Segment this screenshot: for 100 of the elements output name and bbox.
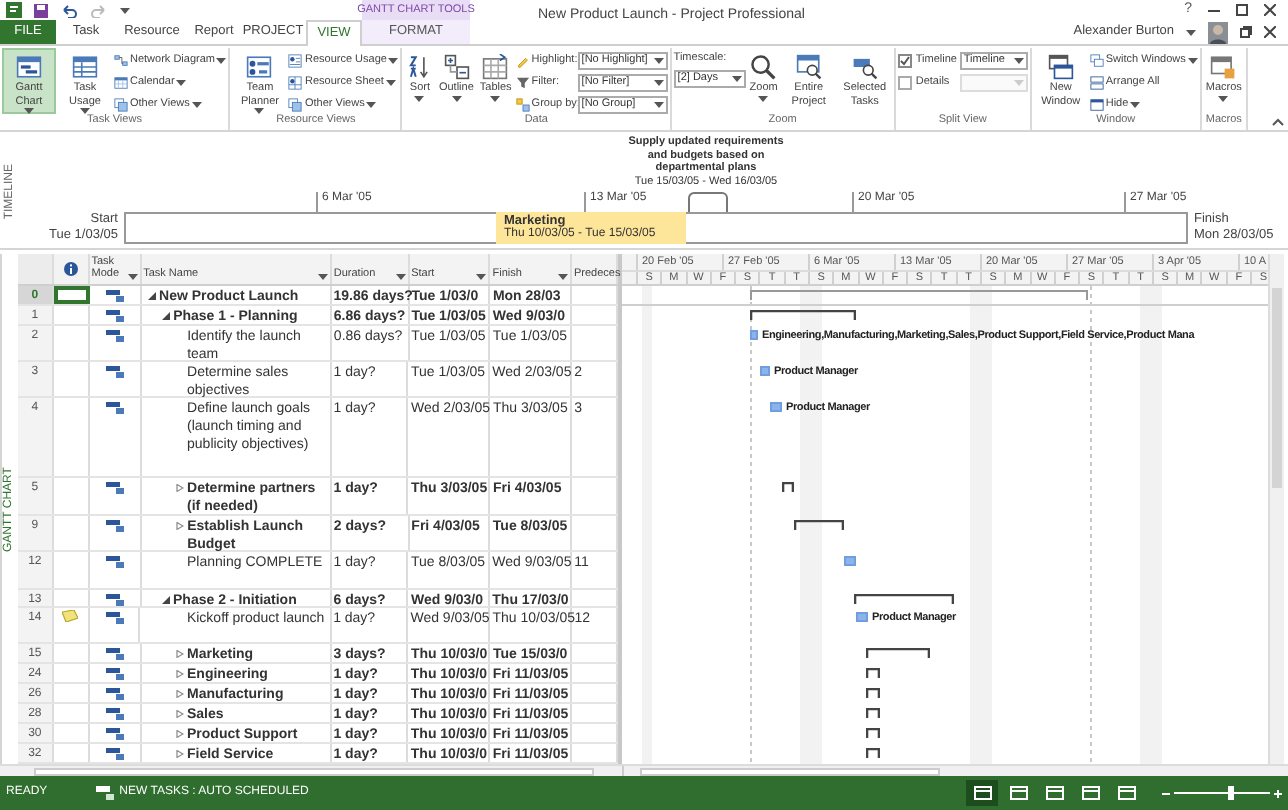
tick-mark [1124, 192, 1126, 212]
summary-bar[interactable] [866, 648, 930, 658]
summary-bar[interactable] [794, 520, 844, 530]
checkbox[interactable] [897, 53, 912, 67]
windows-icon [1089, 53, 1104, 67]
slider-thumb[interactable] [1228, 786, 1235, 800]
task-mode-icon [105, 708, 124, 720]
redo-icon[interactable] [90, 3, 108, 17]
views-icon [288, 97, 303, 111]
calendar-icon [114, 75, 128, 89]
outline-icon [443, 54, 470, 80]
task-mode-icon [105, 290, 124, 302]
summary-bar[interactable] [866, 748, 880, 758]
task-mode-icon [105, 748, 124, 760]
zoom-out-icon[interactable] [1162, 789, 1170, 797]
caret-icon [653, 79, 664, 85]
group-icon [515, 97, 530, 111]
task-mode-icon [105, 668, 124, 680]
task-mode-icon [105, 612, 124, 624]
restore-icon[interactable] [1240, 26, 1252, 38]
resource-grid-icon [288, 53, 303, 67]
view-icon [1009, 786, 1027, 800]
expand-triangle-icon[interactable] [175, 650, 184, 658]
expand-triangle-icon[interactable] [175, 730, 183, 738]
minimize-icon[interactable] [1208, 4, 1220, 16]
task-mode-icon [105, 688, 124, 700]
collapse-triangle-icon[interactable] [147, 292, 156, 300]
summary-bar[interactable] [750, 310, 856, 320]
filter-icon [515, 75, 530, 89]
summary-bar[interactable] [866, 668, 880, 678]
zoom-project-icon [795, 54, 822, 80]
caret-icon [731, 76, 742, 82]
resource-sheet-icon [288, 75, 303, 89]
expand-triangle-icon[interactable] [175, 670, 183, 678]
summary-bar[interactable] [866, 688, 880, 698]
view-icon [1081, 786, 1099, 800]
task-mode-icon [105, 648, 124, 660]
vertical-scrollbar[interactable] [1268, 254, 1284, 764]
summary-bar[interactable] [782, 482, 794, 492]
highlighter-icon [515, 53, 530, 67]
checkbox[interactable] [897, 75, 912, 89]
task-mode-icon [105, 366, 124, 378]
corner-cell[interactable] [18, 254, 54, 284]
sort-icon [406, 54, 433, 80]
info-icon [63, 262, 78, 276]
check-icon [899, 55, 910, 65]
tick-mark [852, 192, 854, 212]
view-icon [973, 786, 991, 800]
caret-icon [1186, 29, 1196, 35]
zoom-task-icon [851, 54, 878, 80]
task-mode-icon [105, 402, 124, 414]
caret-icon [653, 57, 664, 63]
macro-icon [1210, 54, 1237, 80]
task-mode-icon [105, 594, 124, 606]
expand-triangle-icon[interactable] [175, 522, 184, 530]
collapse-triangle-icon[interactable] [161, 596, 170, 604]
close-icon[interactable] [1264, 26, 1276, 38]
view-shortcut-button[interactable] [966, 780, 998, 806]
table-icon [482, 54, 509, 80]
task-mode-icon [105, 556, 124, 568]
chart-view-icon [16, 54, 42, 80]
expand-triangle-icon[interactable] [175, 484, 184, 492]
views-icon [114, 97, 128, 111]
callout-bracket [688, 192, 728, 214]
summary-bar[interactable] [866, 728, 880, 738]
expand-triangle-icon[interactable] [175, 710, 183, 718]
caret-icon [1013, 57, 1024, 63]
tick-mark [316, 192, 318, 212]
collapse-triangle-icon[interactable] [161, 312, 170, 320]
tick-mark [584, 192, 586, 212]
caret-icon [653, 101, 664, 107]
stacked-windows-icon [1089, 75, 1104, 89]
summary-bar[interactable] [854, 594, 954, 604]
task-mode-icon [95, 786, 114, 800]
view-icon [1045, 786, 1063, 800]
summary-bar[interactable] [866, 708, 880, 718]
zoom-slider[interactable] [1174, 786, 1270, 800]
indicator-cell[interactable] [53, 286, 90, 304]
avatar-icon [1208, 21, 1228, 43]
undo-icon[interactable] [60, 3, 78, 17]
window-icon [1089, 97, 1104, 111]
task-mode-icon [105, 310, 124, 322]
task-mode-icon [105, 482, 124, 494]
maximize-icon[interactable] [1236, 4, 1248, 16]
task-mode-icon [105, 728, 124, 740]
caret-icon [120, 7, 130, 13]
zoom-in-icon[interactable] [1274, 789, 1282, 797]
note-icon[interactable] [62, 610, 79, 622]
expand-triangle-icon[interactable] [175, 690, 183, 698]
save-icon[interactable] [34, 3, 48, 17]
network-icon [114, 53, 128, 67]
table-view-icon [72, 54, 98, 80]
task-mode-icon [105, 520, 124, 532]
view-icon [1117, 786, 1135, 800]
close-icon[interactable] [1264, 4, 1276, 16]
task-mode-icon [105, 330, 124, 342]
expand-triangle-icon[interactable] [175, 750, 183, 758]
windows-icon [1047, 54, 1074, 80]
people-chart-icon [246, 54, 273, 80]
collapse-icon[interactable] [1272, 118, 1284, 126]
